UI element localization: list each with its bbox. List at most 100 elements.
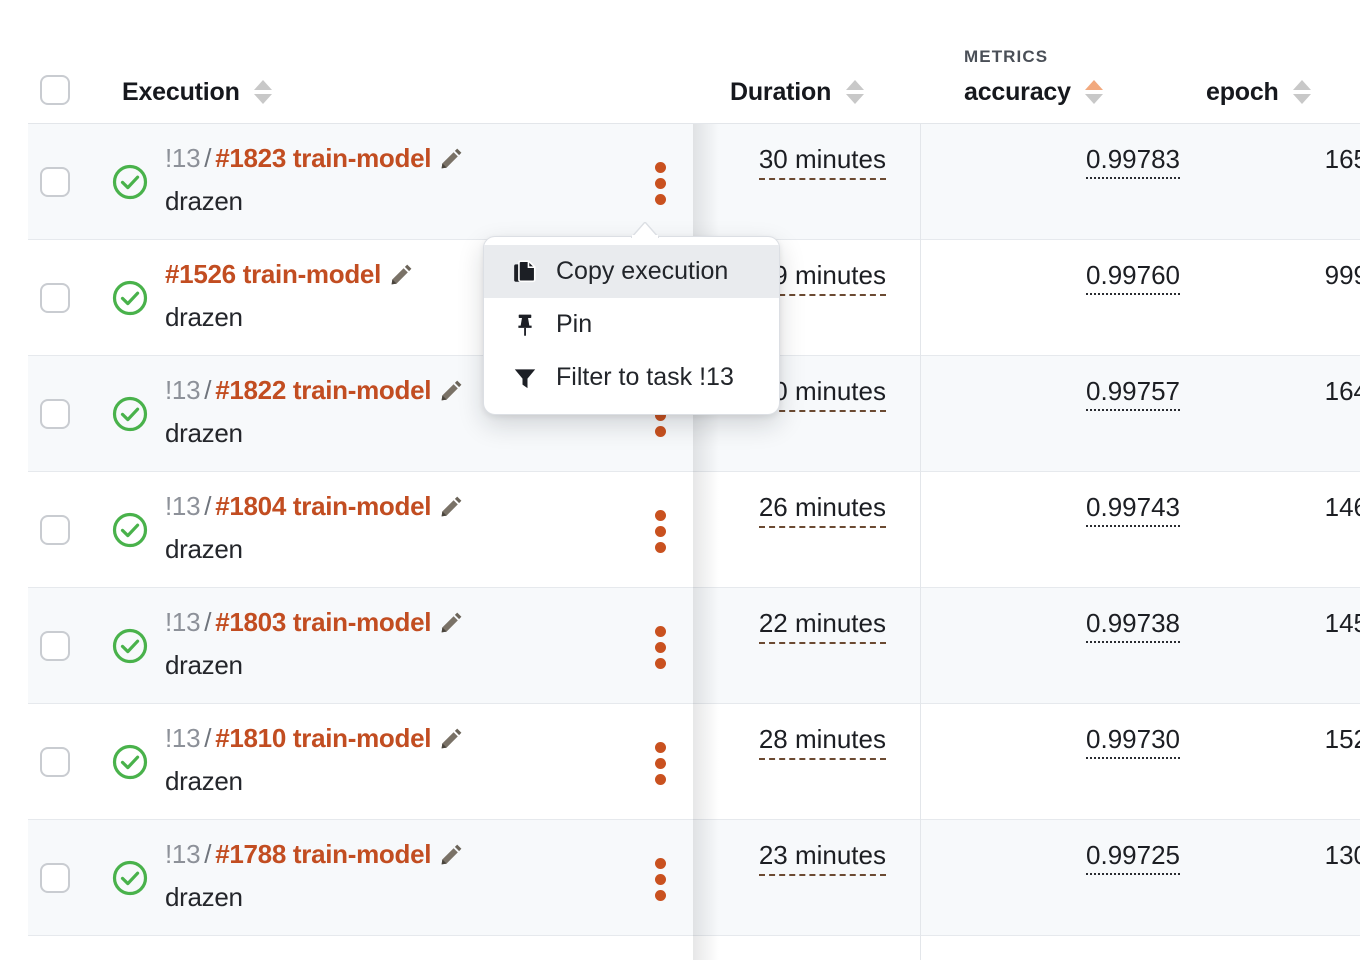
table-row[interactable]: !13/#1788 train-modeldrazen23 minutes0.9… bbox=[28, 820, 1360, 936]
sort-duration-icon[interactable] bbox=[846, 77, 864, 107]
filter-icon bbox=[511, 365, 539, 391]
row-execution-link[interactable]: #1810 train-model bbox=[215, 723, 431, 753]
row-epoch-cell: 145 bbox=[1188, 608, 1360, 639]
row-execution-title: !13/#1822 train-model bbox=[165, 375, 464, 409]
row-checkbox[interactable] bbox=[40, 747, 70, 777]
row-duration-value: 23 minutes bbox=[759, 840, 886, 876]
status-success-icon bbox=[112, 164, 148, 200]
row-separator: / bbox=[200, 143, 215, 173]
row-select-cell bbox=[40, 863, 70, 893]
row-separator: / bbox=[200, 839, 215, 869]
context-menu-item-label: Filter to task !13 bbox=[556, 363, 734, 392]
header-duration-label: Duration bbox=[730, 78, 831, 107]
row-epoch-value: 999 bbox=[1325, 260, 1360, 290]
row-epoch-value: 152 bbox=[1325, 724, 1360, 754]
header-duration[interactable]: Duration bbox=[730, 77, 864, 107]
row-task-ref[interactable]: !13 bbox=[165, 607, 200, 637]
row-actions-menu-button[interactable] bbox=[650, 626, 670, 670]
row-duration-value: 26 minutes bbox=[759, 492, 886, 528]
table-row[interactable]: !13/#1823 train-modeldrazen30 minutes0.9… bbox=[28, 124, 1360, 240]
row-task-ref[interactable]: !13 bbox=[165, 839, 200, 869]
table-row[interactable]: !13/#1803 train-modeldrazen22 minutes0.9… bbox=[28, 588, 1360, 704]
row-checkbox[interactable] bbox=[40, 399, 70, 429]
select-all-checkbox[interactable] bbox=[40, 75, 70, 105]
sort-epoch-icon[interactable] bbox=[1293, 77, 1311, 107]
row-select-cell bbox=[40, 631, 70, 661]
metrics-column-divider bbox=[920, 0, 921, 960]
edit-pencil-icon[interactable] bbox=[390, 262, 414, 292]
row-checkbox[interactable] bbox=[40, 515, 70, 545]
copy-icon bbox=[511, 259, 539, 285]
row-duration-value: 22 minutes bbox=[759, 608, 886, 644]
row-checkbox[interactable] bbox=[40, 631, 70, 661]
edit-pencil-icon[interactable] bbox=[440, 146, 464, 176]
status-success-icon bbox=[112, 280, 148, 316]
row-execution-user: drazen bbox=[165, 882, 243, 913]
edit-pencil-icon[interactable] bbox=[440, 378, 464, 408]
row-actions-menu-button[interactable] bbox=[650, 742, 670, 786]
row-accuracy-cell: 0.99743 bbox=[928, 492, 1180, 523]
select-all-cell bbox=[40, 75, 70, 105]
row-select-cell bbox=[40, 399, 70, 429]
row-accuracy-cell: 0.99738 bbox=[928, 608, 1180, 639]
row-epoch-value: 146 bbox=[1325, 492, 1360, 522]
row-task-ref[interactable]: !13 bbox=[165, 723, 200, 753]
context-menu-item-filter-to-task-13[interactable]: Filter to task !13 bbox=[484, 351, 779, 404]
row-execution-user: drazen bbox=[165, 766, 243, 797]
status-success-icon bbox=[112, 744, 148, 780]
row-accuracy-value: 0.99783 bbox=[1086, 144, 1180, 179]
row-select-cell bbox=[40, 167, 70, 197]
row-accuracy-value: 0.99760 bbox=[1086, 260, 1180, 295]
edit-pencil-icon[interactable] bbox=[440, 610, 464, 640]
row-accuracy-cell: 0.99760 bbox=[928, 260, 1180, 291]
row-execution-link[interactable]: #1804 train-model bbox=[215, 491, 431, 521]
row-execution-link[interactable]: #1803 train-model bbox=[215, 607, 431, 637]
row-checkbox[interactable] bbox=[40, 283, 70, 313]
row-execution-user: drazen bbox=[165, 418, 243, 449]
row-epoch-cell: 164 bbox=[1188, 376, 1360, 407]
row-checkbox[interactable] bbox=[40, 167, 70, 197]
header-execution[interactable]: Execution bbox=[122, 77, 272, 107]
status-success-icon bbox=[112, 628, 148, 664]
row-epoch-value: 130 bbox=[1325, 840, 1360, 870]
context-menu-item-label: Pin bbox=[556, 310, 592, 339]
sort-accuracy-icon[interactable] bbox=[1085, 77, 1103, 107]
context-menu-item-pin[interactable]: Pin bbox=[484, 298, 779, 351]
row-checkbox[interactable] bbox=[40, 863, 70, 893]
context-menu-arrow bbox=[631, 222, 659, 238]
row-actions-menu-button[interactable] bbox=[650, 858, 670, 902]
row-select-cell bbox=[40, 283, 70, 313]
row-separator: / bbox=[200, 375, 215, 405]
sort-execution-icon[interactable] bbox=[254, 77, 272, 107]
header-epoch[interactable]: epoch bbox=[1206, 77, 1311, 107]
row-duration-value: 28 minutes bbox=[759, 724, 886, 760]
row-execution-link[interactable]: #1526 train-model bbox=[165, 259, 381, 289]
row-task-ref[interactable]: !13 bbox=[165, 143, 200, 173]
row-task-ref[interactable]: !13 bbox=[165, 375, 200, 405]
context-menu-item-copy-execution[interactable]: Copy execution bbox=[484, 245, 779, 298]
edit-pencil-icon[interactable] bbox=[440, 494, 464, 524]
header-accuracy[interactable]: accuracy bbox=[964, 77, 1103, 107]
row-actions-menu-button[interactable] bbox=[650, 510, 670, 554]
row-execution-link[interactable]: #1788 train-model bbox=[215, 839, 431, 869]
edit-pencil-icon[interactable] bbox=[440, 842, 464, 872]
row-execution-title: !13/#1804 train-model bbox=[165, 491, 464, 525]
row-duration-value: 30 minutes bbox=[759, 144, 886, 180]
header-accuracy-label: accuracy bbox=[964, 78, 1071, 107]
pin-icon bbox=[511, 312, 539, 338]
row-execution-link[interactable]: #1823 train-model bbox=[215, 143, 431, 173]
header-execution-label: Execution bbox=[122, 78, 240, 107]
row-accuracy-value: 0.99743 bbox=[1086, 492, 1180, 527]
row-actions-menu-button[interactable] bbox=[650, 162, 670, 206]
edit-pencil-icon[interactable] bbox=[440, 726, 464, 756]
row-epoch-value: 165 bbox=[1325, 144, 1360, 174]
header-epoch-label: epoch bbox=[1206, 78, 1279, 107]
execution-context-menu[interactable]: Copy execution Pin Filter to task !13 bbox=[483, 236, 780, 415]
table-row[interactable]: !13/#1804 train-modeldrazen26 minutes0.9… bbox=[28, 472, 1360, 588]
table-row[interactable]: !13/#1810 train-modeldrazen28 minutes0.9… bbox=[28, 704, 1360, 820]
row-execution-link[interactable]: #1822 train-model bbox=[215, 375, 431, 405]
row-task-ref[interactable]: !13 bbox=[165, 491, 200, 521]
row-epoch-cell: 130 bbox=[1188, 840, 1360, 871]
row-separator: / bbox=[200, 491, 215, 521]
row-execution-user: drazen bbox=[165, 650, 243, 681]
